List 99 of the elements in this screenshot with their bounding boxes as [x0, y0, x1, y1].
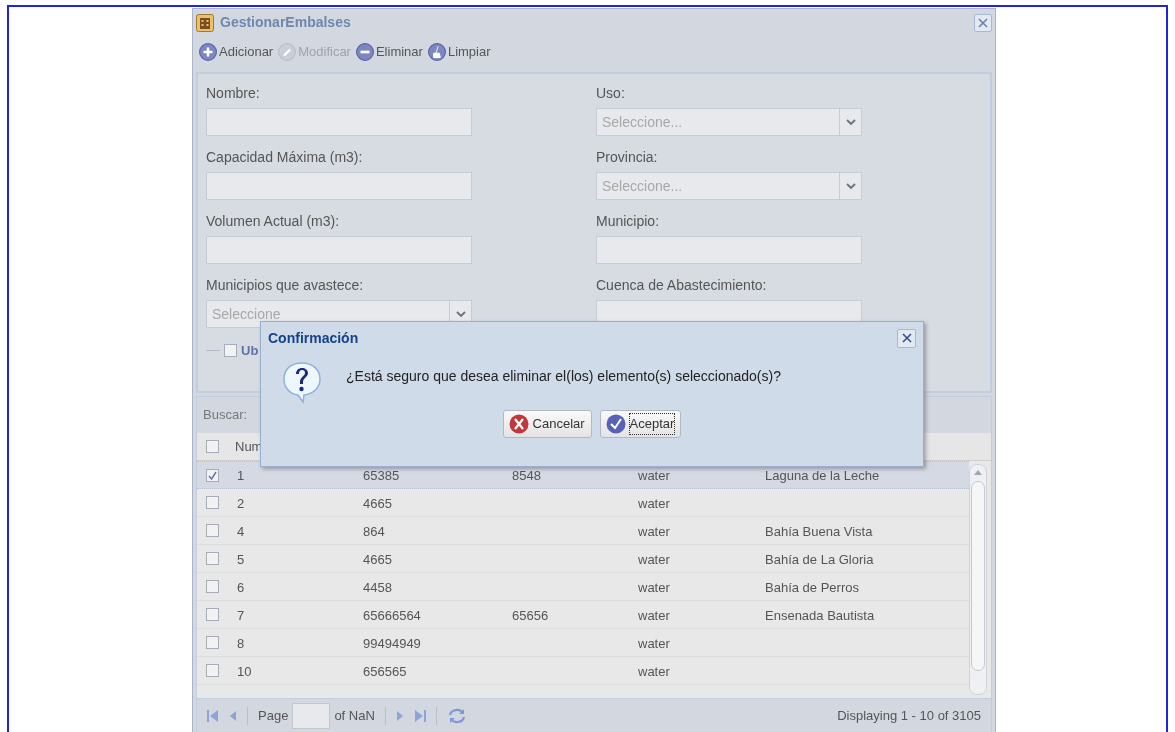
- close-button[interactable]: [897, 328, 916, 348]
- chevron-down-icon: [845, 118, 856, 126]
- table-cell: 864: [363, 523, 385, 539]
- search-label: Buscar:: [203, 406, 248, 425]
- paging-summary: Displaying 1 - 10 of 3105: [837, 706, 981, 725]
- table-cell: 656565: [363, 663, 407, 679]
- chevron-down-icon: [845, 182, 856, 190]
- table-cell: 8: [237, 635, 245, 651]
- placeholder-text: Seleccione...: [601, 177, 684, 196]
- placeholder-text: Seleccione...: [601, 113, 684, 132]
- table-row[interactable]: 2 4665 water: [197, 489, 969, 517]
- close-icon: [978, 17, 988, 28]
- checkbox[interactable]: [205, 608, 219, 621]
- input-field[interactable]: [206, 172, 472, 200]
- table-cell: water: [638, 495, 670, 511]
- close-button[interactable]: [974, 13, 992, 32]
- table-cell: 65385: [363, 468, 400, 483]
- table-cell: 4665: [363, 551, 392, 567]
- table-cell: water: [638, 468, 670, 483]
- plus-icon: [199, 43, 217, 61]
- checkbox[interactable]: [224, 344, 237, 358]
- checkbox[interactable]: [205, 496, 219, 509]
- table-cell: 1: [237, 468, 245, 483]
- page-label: Page: [258, 706, 289, 725]
- table-cell: water: [638, 663, 670, 679]
- table-cell: 4: [237, 523, 245, 539]
- checkbox[interactable]: [205, 664, 219, 677]
- table-cell: 5: [237, 551, 245, 567]
- input-field[interactable]: [206, 236, 472, 264]
- table-cell: water: [638, 523, 670, 539]
- previous-page-icon[interactable]: [229, 708, 237, 723]
- table-cell: 65666564: [363, 607, 421, 623]
- toolbar-button[interactable]: Adicionar: [199, 42, 274, 62]
- scroll-up-icon: [974, 469, 982, 475]
- checkbox[interactable]: [205, 440, 219, 453]
- table-row[interactable]: 4 864 water Bahía Buena Vista: [197, 517, 969, 545]
- table-cell: 4665: [363, 495, 392, 511]
- table-row[interactable]: 8 99494949 water: [197, 629, 969, 657]
- table-cell: 6: [237, 579, 245, 595]
- toolbar-button[interactable]: Limpiar: [427, 42, 491, 62]
- field-label: Nombre:: [206, 84, 261, 103]
- table-cell: Bahía Buena Vista: [765, 523, 873, 539]
- next-page-icon[interactable]: [395, 708, 404, 723]
- broom-icon: [427, 43, 446, 61]
- field-label: Provincia:: [596, 148, 659, 167]
- placeholder-text: Seleccione: [211, 305, 282, 324]
- window-title: GestionarEmbalses: [220, 13, 352, 32]
- question-icon: [280, 360, 324, 404]
- fieldset-legend: Ub: [241, 341, 259, 361]
- table-cell: 2: [237, 495, 245, 511]
- input-field[interactable]: [596, 236, 862, 264]
- dialog-message: ¿Está seguro que desea eliminar el(los) elemento(s) seleccionado(s)?: [346, 367, 781, 386]
- table-cell: 7: [237, 607, 245, 623]
- checkbox[interactable]: [205, 552, 219, 565]
- table-row[interactable]: 10 656565 water: [197, 657, 969, 685]
- table-cell: 99494949: [363, 635, 421, 651]
- table-cell: Bahía de Perros: [765, 579, 859, 595]
- table-cell: 8548: [512, 468, 541, 483]
- table-cell: water: [638, 551, 670, 567]
- cancel-button[interactable]: Cancelar: [502, 410, 592, 438]
- table-row[interactable]: 5 4665 water Bahía de La Gloria: [197, 545, 969, 573]
- checkbox[interactable]: [205, 580, 219, 593]
- edit-icon: [278, 43, 297, 61]
- checkbox[interactable]: [205, 468, 219, 482]
- chevron-down-icon: [455, 310, 466, 318]
- table-cell: water: [638, 579, 670, 595]
- checkbox[interactable]: [205, 636, 219, 649]
- page-input[interactable]: [292, 702, 331, 729]
- field-label: Cuenca de Abastecimiento:: [596, 276, 768, 295]
- field-label: Capacidad Máxima (m3):: [206, 148, 364, 167]
- table-cell: 10: [237, 663, 252, 679]
- table-cell: Ensenada Bautista: [765, 607, 875, 623]
- field-label: Uso:: [596, 84, 626, 103]
- table-cell: Laguna de la Leche: [765, 468, 880, 483]
- table-row[interactable]: 7 65666564 65656 water Ensenada Bautista: [197, 601, 969, 629]
- refresh-icon[interactable]: [446, 706, 467, 725]
- first-page-icon[interactable]: [207, 708, 219, 723]
- cancel-icon: [508, 414, 529, 434]
- table-cell: water: [638, 635, 670, 651]
- table-cell: Bahía de La Gloria: [765, 551, 874, 567]
- input-field[interactable]: [206, 108, 472, 136]
- checkmark-icon: [605, 414, 626, 434]
- table-cell: water: [638, 607, 670, 623]
- checkbox[interactable]: [205, 524, 219, 537]
- page-count: of NaN: [334, 706, 375, 725]
- minus-icon: [355, 43, 374, 61]
- scrollbar[interactable]: [969, 464, 987, 695]
- toolbar-button[interactable]: Eliminar: [355, 42, 423, 62]
- accept-button[interactable]: Aceptar: [599, 410, 682, 438]
- dialog-title: Confirmación: [268, 328, 360, 348]
- field-label: Municipio:: [596, 212, 661, 231]
- table-row[interactable]: 6 4458 water Bahía de Perros: [197, 573, 969, 601]
- field-label: Volumen Actual (m3):: [206, 212, 341, 231]
- field-label: Municipios que avastece:: [206, 276, 365, 295]
- last-page-icon[interactable]: [413, 708, 426, 723]
- table-cell: 65656: [512, 607, 549, 623]
- table-cell: 4458: [363, 579, 392, 595]
- close-icon: [901, 333, 912, 343]
- building-icon: [196, 13, 214, 32]
